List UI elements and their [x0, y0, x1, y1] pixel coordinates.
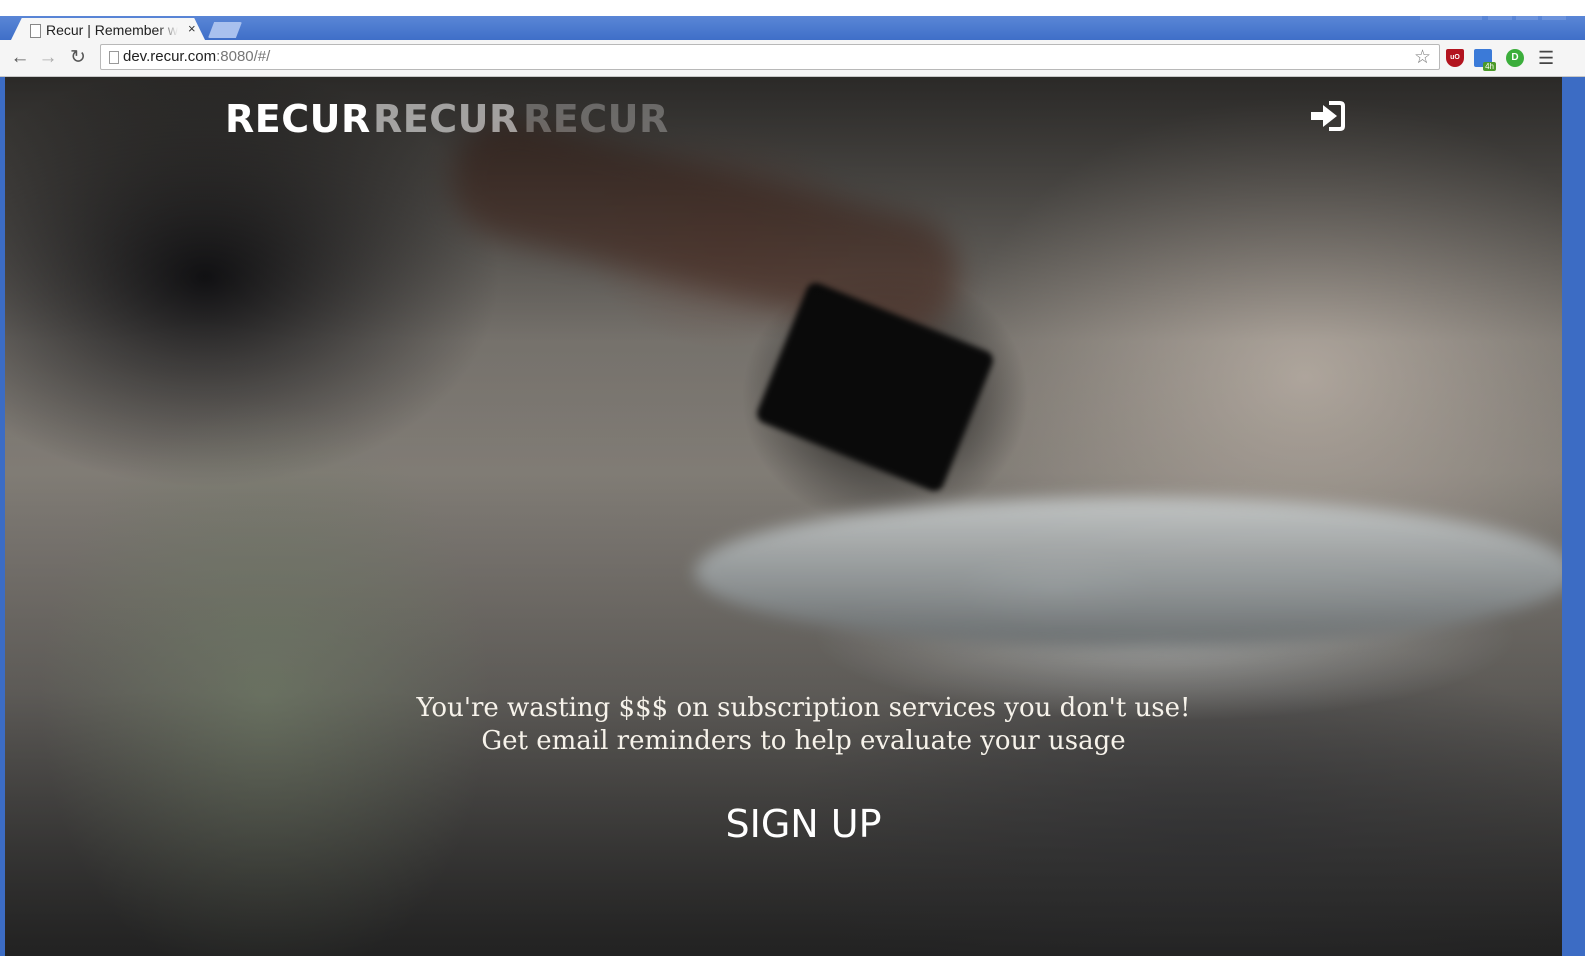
reload-button[interactable]: ↻ [66, 46, 90, 70]
hero-tagline: You're wasting $$$ on subscription servi… [416, 693, 1191, 723]
brand-logo-echo: RECUR [523, 97, 669, 141]
background-image [754, 280, 996, 494]
address-bar[interactable]: dev.recur.com:8080/#/ ☆ [100, 44, 1440, 70]
brand-logo[interactable]: RECUR [225, 97, 371, 141]
background-image [695, 497, 1562, 647]
page-bottom-margin [0, 956, 1585, 973]
tab-close-icon[interactable]: × [188, 21, 196, 36]
browser-toolbar: ← → ↻ dev.recur.com:8080/#/ ☆ uO 4h D ☰ [0, 40, 1585, 77]
page-icon [109, 51, 119, 64]
tab-strip: Recur | Remember w × [0, 16, 1585, 42]
sign-up-button[interactable]: SIGN UP [5, 802, 1562, 846]
brand-logo-echo: RECUR [373, 97, 519, 141]
bookmark-star-icon[interactable]: ☆ [1414, 46, 1431, 69]
new-tab-button[interactable] [208, 22, 242, 38]
window-control[interactable] [1542, 16, 1566, 20]
green-d-icon[interactable]: D [1506, 49, 1524, 67]
hero-subtagline: Get email reminders to help evaluate you… [481, 726, 1126, 756]
hero-section: RECUR RECUR RECUR You're wasting $$$ on … [5, 77, 1562, 956]
tab-title: Recur | Remember w [46, 22, 178, 38]
url-host: dev.recur.com [123, 48, 217, 65]
ublock-icon[interactable]: uO [1446, 49, 1464, 67]
browser-window: Recur | Remember w × ← → ↻ dev.recur.com… [0, 16, 1585, 956]
window-control[interactable] [1516, 16, 1538, 20]
tab-recur[interactable]: Recur | Remember w × [10, 18, 206, 42]
page-icon [30, 24, 41, 38]
menu-icon[interactable]: ☰ [1538, 48, 1554, 68]
window-control[interactable] [1488, 16, 1512, 20]
cast-icon[interactable]: 4h [1474, 49, 1496, 71]
background-image [438, 105, 972, 349]
url-path: :8080/#/ [216, 48, 271, 65]
url-text: dev.recur.com:8080/#/ [123, 48, 270, 65]
cast-badge: 4h [1483, 62, 1496, 71]
forward-button[interactable]: → [36, 46, 60, 70]
sign-in-icon[interactable] [1309, 99, 1347, 133]
window-control[interactable] [1420, 16, 1482, 20]
back-button[interactable]: ← [8, 46, 32, 70]
